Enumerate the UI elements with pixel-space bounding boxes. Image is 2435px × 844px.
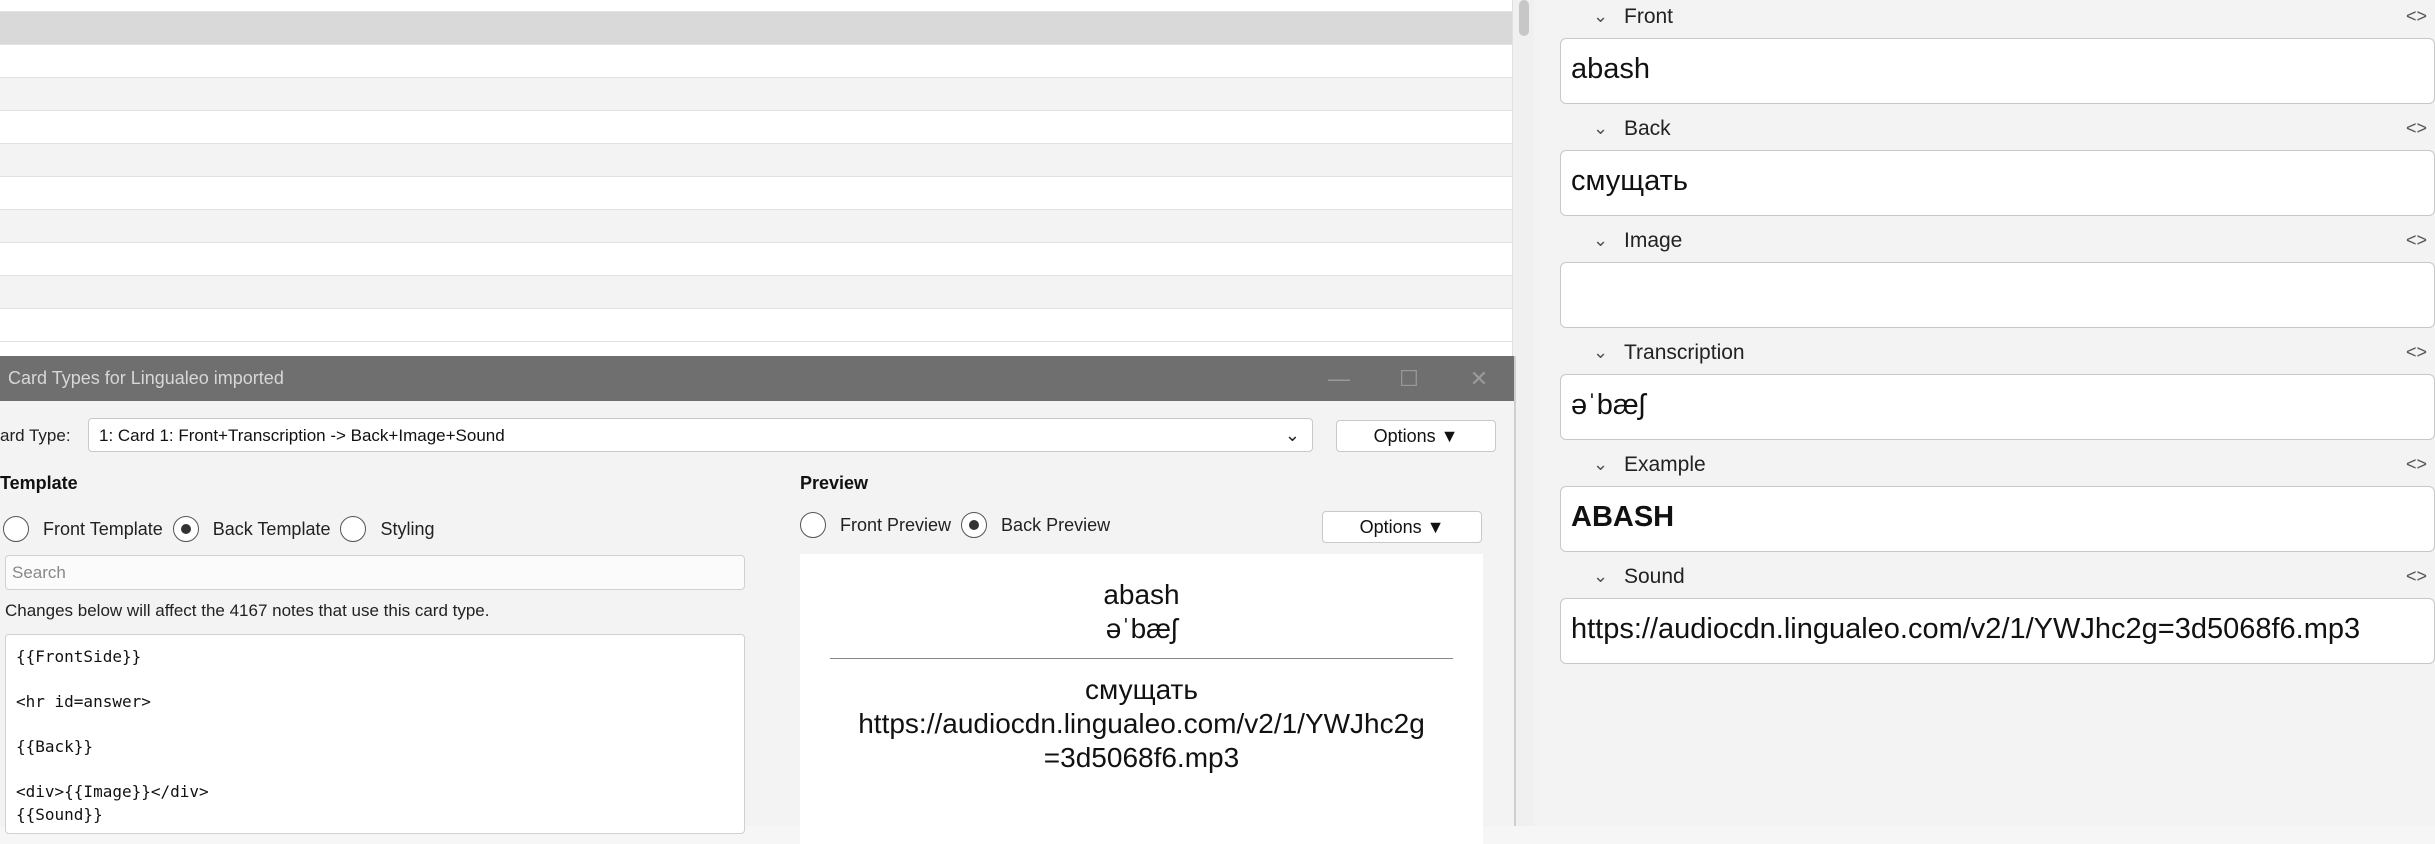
close-icon[interactable]: ✕ bbox=[1444, 356, 1514, 401]
chevron-down-icon: ⌄ bbox=[1284, 425, 1300, 445]
code-toggle-icon[interactable]: <> bbox=[2406, 118, 2427, 139]
dialog-titlebar[interactable]: Card Types for Lingualeo imported — ☐ ✕ bbox=[0, 356, 1514, 401]
card-type-value: 1: Card 1: Front+Transcription -> Back+I… bbox=[99, 426, 505, 445]
card-preview: abash əˈbæʃ смущать https://audiocdn.lin… bbox=[800, 554, 1483, 844]
image-field-input[interactable] bbox=[1560, 262, 2435, 328]
preview-sound-url-line2: =3d5068f6.mp3 bbox=[1043, 742, 1240, 773]
note-editor-panel: ⌄ Front <> abash ⌄ Back <> смущать ⌄ Ima… bbox=[1534, 0, 2435, 826]
transcription-field-input[interactable]: əˈbæʃ bbox=[1560, 374, 2435, 440]
minimize-icon[interactable]: — bbox=[1304, 356, 1374, 401]
dialog-title: Card Types for Lingualeo imported bbox=[8, 368, 284, 388]
field-sound: ⌄ Sound <> bbox=[1560, 560, 2435, 598]
field-back: ⌄ Back <> bbox=[1560, 112, 2435, 150]
front-template-radio[interactable]: Front Template bbox=[3, 516, 163, 542]
chevron-down-icon[interactable]: ⌄ bbox=[1593, 6, 1608, 27]
card-type-options-button[interactable]: Options ▼ bbox=[1336, 420, 1496, 452]
front-field-input[interactable]: abash bbox=[1560, 38, 2435, 104]
table-row-selected[interactable] bbox=[0, 12, 1512, 45]
preview-transcription: əˈbæʃ bbox=[1105, 613, 1178, 644]
chevron-down-icon[interactable]: ⌄ bbox=[1593, 230, 1608, 251]
field-label: Front bbox=[1624, 5, 1674, 28]
preview-section-title: Preview bbox=[800, 473, 869, 493]
styling-radio[interactable]: Styling bbox=[340, 516, 435, 542]
table-row[interactable] bbox=[0, 45, 1512, 78]
code-line: <div>{{Image}}</div> bbox=[16, 782, 209, 801]
code-toggle-icon[interactable]: <> bbox=[2406, 230, 2427, 251]
table-row[interactable] bbox=[0, 144, 1512, 177]
code-toggle-icon[interactable]: <> bbox=[2406, 6, 2427, 27]
chevron-down-icon[interactable]: ⌄ bbox=[1593, 454, 1608, 475]
preview-sound-url-line1: https://audiocdn.lingualeo.com/v2/1/YWJh… bbox=[858, 708, 1425, 739]
field-label: Image bbox=[1624, 229, 1683, 252]
front-preview-radio[interactable]: Front Preview bbox=[800, 512, 951, 538]
chevron-down-icon[interactable]: ⌄ bbox=[1593, 118, 1608, 139]
template-radio-group: Front Template Back Template Styling bbox=[3, 516, 445, 542]
sound-field-input[interactable]: https://audiocdn.lingualeo.com/v2/1/YWJh… bbox=[1560, 598, 2435, 664]
maximize-icon[interactable]: ☐ bbox=[1374, 356, 1444, 401]
example-field-input[interactable]: ABASH bbox=[1560, 486, 2435, 552]
card-browser-list[interactable] bbox=[0, 0, 1512, 356]
back-template-radio[interactable]: Back Template bbox=[172, 516, 330, 542]
field-front: ⌄ Front <> bbox=[1560, 0, 2435, 38]
chevron-down-icon[interactable]: ⌄ bbox=[1593, 342, 1608, 363]
code-line: {{Back}} bbox=[16, 737, 94, 756]
field-image: ⌄ Image <> bbox=[1560, 224, 2435, 262]
field-label: Back bbox=[1624, 117, 1671, 140]
template-code-editor[interactable]: {{FrontSide}} <hr id=answer> {{Back}} <d… bbox=[5, 634, 745, 834]
back-field-input[interactable]: смущать bbox=[1560, 150, 2435, 216]
table-row[interactable] bbox=[0, 0, 1512, 12]
card-type-select[interactable]: 1: Card 1: Front+Transcription -> Back+I… bbox=[88, 418, 1313, 452]
card-type-label: ard Type: bbox=[0, 426, 71, 445]
field-label: Example bbox=[1624, 453, 1706, 476]
code-toggle-icon[interactable]: <> bbox=[2406, 342, 2427, 363]
table-row[interactable] bbox=[0, 210, 1512, 243]
affected-notes-info: Changes below will affect the 4167 notes… bbox=[5, 601, 490, 620]
back-preview-radio[interactable]: Back Preview bbox=[961, 512, 1110, 538]
field-label: Sound bbox=[1624, 565, 1685, 588]
field-label: Transcription bbox=[1624, 341, 1745, 364]
preview-options-button[interactable]: Options ▼ bbox=[1322, 511, 1482, 543]
preview-radio-group: Front Preview Back Preview bbox=[800, 512, 1120, 538]
table-row[interactable] bbox=[0, 177, 1512, 210]
template-section-title: Template bbox=[0, 473, 78, 493]
preview-back-word: смущать bbox=[1085, 674, 1198, 705]
card-types-dialog: Card Types for Lingualeo imported — ☐ ✕ … bbox=[0, 356, 1516, 844]
table-row[interactable] bbox=[0, 243, 1512, 276]
table-row[interactable] bbox=[0, 111, 1512, 144]
scrollbar-thumb[interactable] bbox=[1519, 0, 1529, 36]
preview-front-word: abash bbox=[1103, 579, 1180, 610]
code-line: {{Sound}} bbox=[16, 804, 103, 824]
field-example: ⌄ Example <> bbox=[1560, 448, 2435, 486]
table-row[interactable] bbox=[0, 309, 1512, 342]
code-line: <hr id=answer> bbox=[16, 692, 151, 711]
table-row[interactable] bbox=[0, 276, 1512, 309]
table-row[interactable] bbox=[0, 78, 1512, 111]
field-transcription: ⌄ Transcription <> bbox=[1560, 336, 2435, 374]
template-search-input[interactable]: Search bbox=[5, 555, 745, 590]
code-toggle-icon[interactable]: <> bbox=[2406, 454, 2427, 475]
answer-divider bbox=[830, 658, 1453, 659]
code-line: {{FrontSide}} bbox=[16, 647, 142, 666]
chevron-down-icon[interactable]: ⌄ bbox=[1593, 566, 1608, 587]
code-toggle-icon[interactable]: <> bbox=[2406, 566, 2427, 587]
